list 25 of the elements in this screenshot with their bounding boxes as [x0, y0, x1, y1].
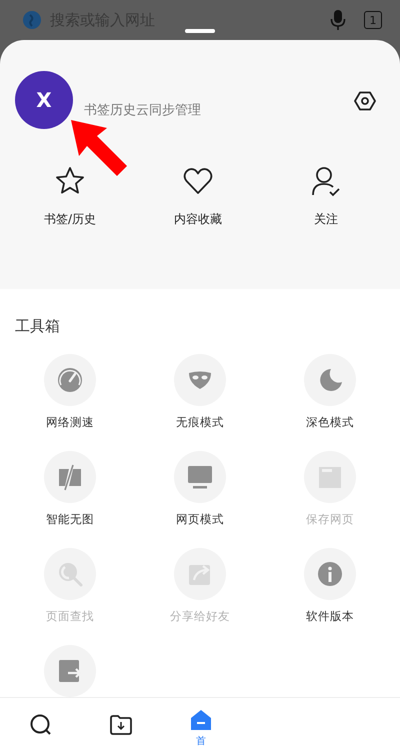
- tool-label: 页面查找: [46, 609, 94, 624]
- tool-label: 分享给好友: [170, 609, 230, 624]
- user-check-icon[interactable]: [310, 165, 342, 197]
- avatar[interactable]: X: [15, 71, 73, 129]
- sync-subtitle[interactable]: 书签历史云同步管理: [84, 101, 201, 119]
- folder-download-icon: [109, 712, 133, 736]
- shortcut-label[interactable]: 内容收藏: [174, 211, 222, 228]
- drag-handle[interactable]: [185, 29, 215, 33]
- tool-label: 保存网页: [306, 512, 354, 527]
- settings-icon[interactable]: [354, 90, 376, 112]
- shortcut-label[interactable]: 书签/历史: [44, 211, 96, 228]
- tool-label: 软件版本: [306, 609, 354, 624]
- heart-icon[interactable]: [182, 165, 214, 197]
- section-title: 工具箱: [14, 317, 61, 336]
- microphone-icon[interactable]: [330, 9, 346, 31]
- tool-label: 无痕模式: [176, 415, 224, 430]
- tool-label: 网页模式: [176, 512, 224, 527]
- tool-label: 智能无图: [46, 512, 94, 527]
- tool-label: 深色模式: [306, 415, 354, 430]
- shortcut-label[interactable]: 关注: [314, 211, 338, 228]
- nav-tab[interactable]: 首: [185, 704, 217, 751]
- globe-icon: [22, 10, 42, 30]
- tool-label: 网络测速: [46, 415, 94, 430]
- home-icon: [189, 708, 213, 732]
- search-icon: [29, 712, 53, 736]
